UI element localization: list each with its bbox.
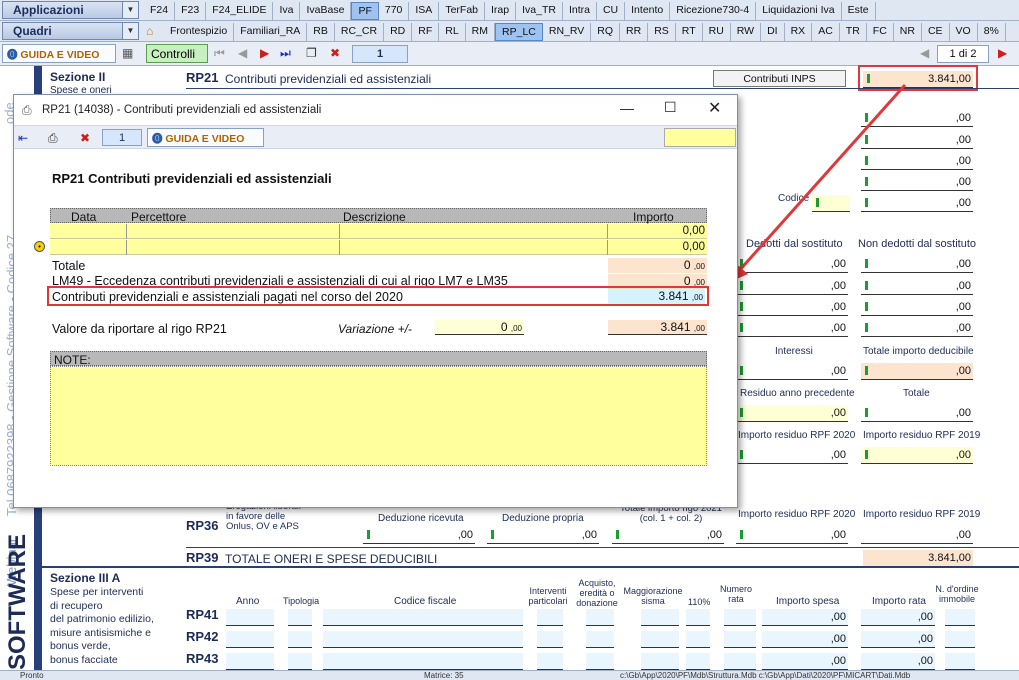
dialog-heading: RP21 Contributi previdenziali ed assiste… <box>52 171 332 186</box>
totale-label: Totale <box>52 259 86 273</box>
pagati-label: Contributi previdenziali e assistenziali… <box>52 290 403 304</box>
cents-text: ,00 <box>510 324 522 333</box>
print-icon[interactable]: ⎙ <box>48 132 58 144</box>
close-button[interactable]: ✕ <box>708 98 721 118</box>
minimize-button[interactable]: — <box>620 100 634 116</box>
guida-label: GUIDA E VIDEO <box>165 133 245 145</box>
dialog-guida-button[interactable]: ⓿ GUIDA E VIDEO <box>147 128 264 147</box>
status-matricola: Matrice: 35 <box>424 671 464 680</box>
col-descrizione: Descrizione <box>343 210 406 224</box>
dialog-page-field[interactable]: 1 <box>102 129 142 146</box>
variazione-label: Variazione +/- <box>338 322 412 336</box>
cents-text: ,00 <box>693 324 705 333</box>
app-window: { "menubar":{"applicazioni":"Applicazion… <box>0 0 1019 680</box>
exit-icon[interactable]: ⇤ <box>18 132 28 144</box>
table-row[interactable]: 0,00 <box>50 224 707 239</box>
maximize-button[interactable]: ☐ <box>664 99 677 116</box>
dialog-yellow-field[interactable] <box>664 128 736 147</box>
value-text: 3.841 <box>658 289 689 303</box>
delete-icon[interactable]: ✖ <box>80 132 90 144</box>
value-text: 3.841 <box>660 320 691 334</box>
status-path: c:\Gb\App\2020\PF\Mdb\Struttura.Mdb c:\G… <box>620 671 911 680</box>
totale-field: 0 ,00 <box>608 258 707 273</box>
rp21-dialog: ⎙ RP21 (14038) - Contributi previdenzial… <box>13 94 738 508</box>
printer-icon: ⎙ <box>22 103 32 117</box>
col-data: Data <box>71 210 97 224</box>
col-importo: Importo <box>633 210 674 224</box>
row-importo: 0,00 <box>682 225 705 237</box>
variazione-field[interactable]: 0 ,00 <box>435 320 524 335</box>
cents-text: ,00 <box>693 262 705 271</box>
dialog-title: RP21 (14038) - Contributi previdenziali … <box>42 104 322 116</box>
col-percettore: Percettore <box>131 210 187 224</box>
value-text: 0 <box>683 258 691 272</box>
row-importo: 0,00 <box>682 241 705 253</box>
status-bar: Pronto Matrice: 35 c:\Gb\App\2020\PF\Mdb… <box>0 670 1019 680</box>
note-label: NOTE: <box>50 351 707 367</box>
value-text: 0 <box>500 320 508 334</box>
table-row[interactable]: 0,00 <box>50 240 707 255</box>
current-row-icon: • <box>34 241 45 252</box>
table-header: Data Percettore Descrizione Importo <box>50 208 707 224</box>
note-textarea[interactable] <box>50 366 707 466</box>
valore-field: 3.841 ,00 <box>608 320 707 335</box>
status-text: Pronto <box>20 671 44 680</box>
dialog-toolbar: ⇤ ⎙ ✖ 1 ⓿ GUIDA E VIDEO <box>14 125 737 149</box>
pagati-field[interactable]: 3.841 ,00 <box>608 289 705 304</box>
cents-text: ,00 <box>691 293 703 302</box>
help-icon: ⓿ <box>152 133 163 145</box>
dialog-titlebar: ⎙ RP21 (14038) - Contributi previdenzial… <box>14 95 737 125</box>
valore-label: Valore da riportare al rigo RP21 <box>52 322 227 336</box>
